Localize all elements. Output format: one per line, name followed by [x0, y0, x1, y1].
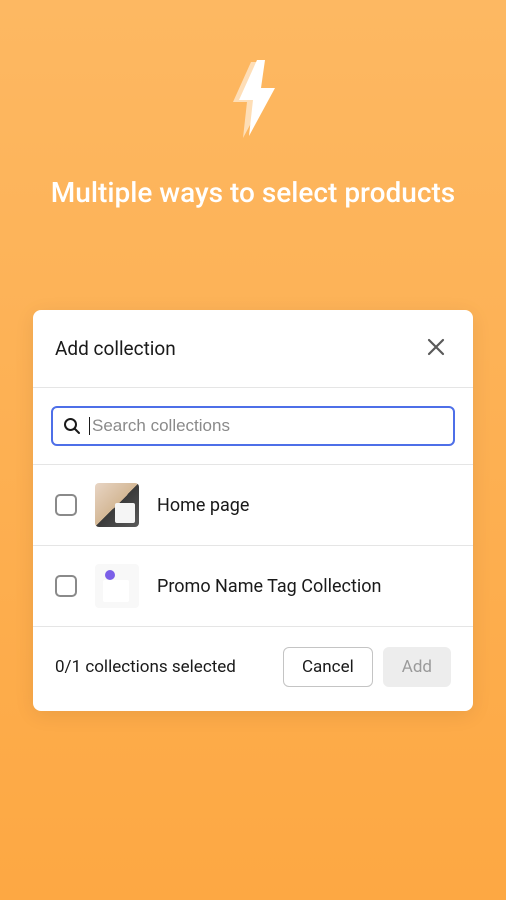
- add-collection-modal: Add collection Home page: [33, 310, 473, 711]
- search-icon: [63, 417, 81, 435]
- hero-section: Multiple ways to select products: [0, 0, 506, 212]
- footer-actions: Cancel Add: [283, 647, 451, 687]
- collection-thumbnail: [95, 564, 139, 608]
- search-box[interactable]: [51, 406, 455, 446]
- cancel-button[interactable]: Cancel: [283, 647, 373, 687]
- collection-thumbnail: [95, 483, 139, 527]
- close-button[interactable]: [421, 332, 451, 365]
- checkbox[interactable]: [55, 494, 77, 516]
- add-button[interactable]: Add: [383, 647, 451, 687]
- selection-status: 0/1 collections selected: [55, 657, 236, 677]
- close-icon: [425, 336, 447, 361]
- modal-footer: 0/1 collections selected Cancel Add: [33, 627, 473, 711]
- collection-row[interactable]: Promo Name Tag Collection: [33, 546, 473, 627]
- lightning-bolt-icon: [221, 60, 285, 144]
- search-input[interactable]: [92, 416, 443, 436]
- modal-header: Add collection: [33, 310, 473, 388]
- collection-label: Home page: [157, 495, 249, 516]
- text-caret: [89, 417, 90, 435]
- hero-title: Multiple ways to select products: [0, 174, 506, 212]
- collection-row[interactable]: Home page: [33, 465, 473, 546]
- modal-title: Add collection: [55, 337, 176, 360]
- checkbox[interactable]: [55, 575, 77, 597]
- collection-label: Promo Name Tag Collection: [157, 576, 381, 597]
- search-section: [33, 388, 473, 465]
